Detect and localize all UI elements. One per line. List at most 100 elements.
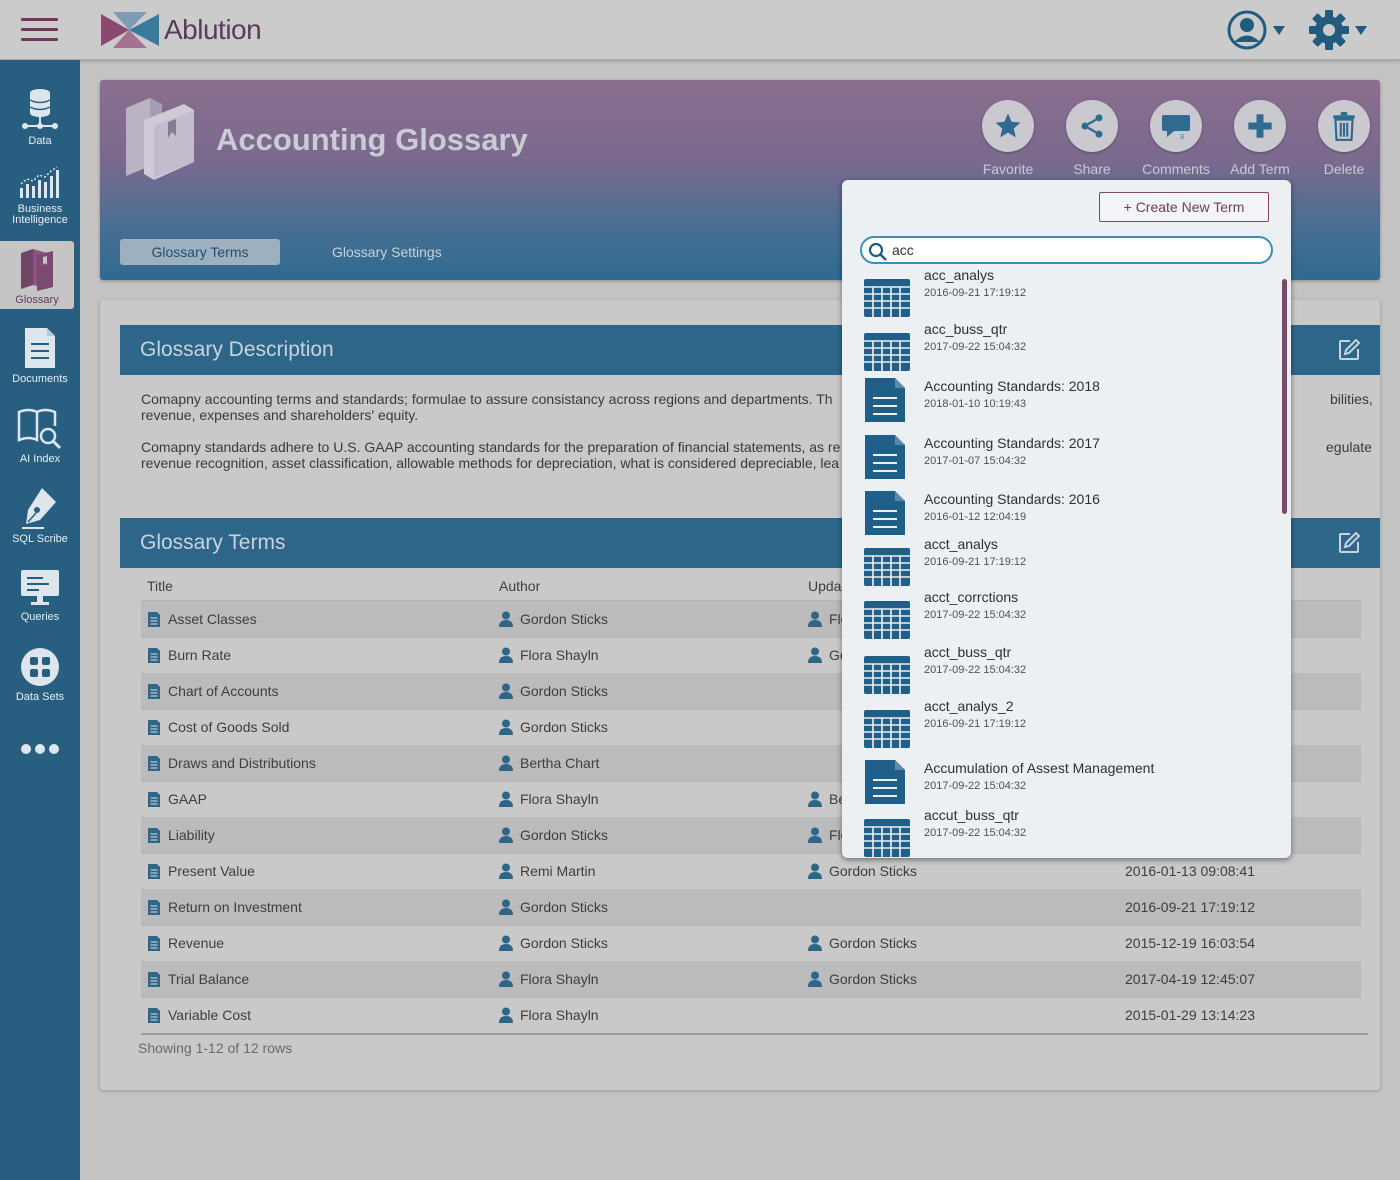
term-title[interactable]: Draws and Distributions [168, 745, 316, 781]
comments-button[interactable]: 3 Comments [1134, 100, 1218, 177]
search-field[interactable] [860, 236, 1273, 264]
user-icon [499, 971, 513, 987]
term-title-cell[interactable]: Present Value [147, 853, 255, 889]
term-title-cell[interactable]: GAAP [147, 781, 207, 817]
document-icon [148, 899, 160, 915]
description-text: revenue recognition, asset classificatio… [141, 455, 840, 471]
term-title-cell[interactable]: Asset Classes [147, 601, 257, 637]
favorite-button[interactable]: Favorite [966, 100, 1050, 177]
column-header-title[interactable]: Title [147, 578, 173, 594]
term-title[interactable]: Trial Balance [168, 961, 249, 997]
term-title-cell[interactable]: Chart of Accounts [147, 673, 279, 709]
sidebar-item-business-intelligence[interactable]: Business Intelligence [0, 166, 80, 226]
favorite-label: Favorite [982, 161, 1034, 177]
app-logo[interactable]: Ablution [99, 9, 262, 51]
user-account-menu[interactable] [1226, 10, 1286, 50]
author-cell: Bertha Chart [499, 745, 599, 781]
search-result-item[interactable]: Accounting Standards: 2018 2018-01-10 10:… [863, 376, 1263, 424]
date-cell: 2016-01-13 09:08:41 [1125, 853, 1255, 889]
term-title-cell[interactable]: Trial Balance [147, 961, 249, 997]
chevron-down-icon [1355, 25, 1367, 35]
term-title[interactable]: Return on Investment [168, 889, 302, 925]
description-text: Comapny standards adhere to U.S. GAAP ac… [141, 439, 841, 455]
hamburger-menu-icon[interactable] [21, 18, 58, 42]
table-row[interactable]: Return on Investment Gordon Sticks 2016-09… [141, 889, 1361, 925]
divider [141, 1033, 1368, 1035]
more-dots-icon [21, 744, 59, 754]
comment-icon: 3 [1162, 115, 1190, 141]
document-icon [148, 827, 160, 843]
search-icon [868, 242, 887, 261]
edit-icon[interactable] [1338, 532, 1360, 554]
search-result-item[interactable]: Accounting Standards: 2016 2016-01-12 12:… [863, 489, 1263, 537]
result-date: 2017-09-22 15:04:32 [924, 780, 1027, 792]
description-text: bilities, [1330, 391, 1373, 407]
term-title[interactable]: Revenue [168, 925, 224, 961]
user-icon [499, 683, 513, 699]
search-result-item[interactable]: acct_analys 2016-09-21 17:19:12 [863, 536, 1263, 586]
search-result-item[interactable]: accut_buss_qtr 2017-09-22 15:04:32 [863, 807, 1263, 857]
sidebar-item-queries[interactable]: Queries [0, 568, 80, 623]
search-result-item[interactable]: acct_buss_qtr 2017-09-22 15:04:32 [863, 644, 1263, 694]
term-title[interactable]: Liability [168, 817, 215, 853]
user-icon [499, 611, 513, 627]
term-title-cell[interactable]: Return on Investment [147, 889, 302, 925]
table-row[interactable]: Trial Balance Flora Shayln Gordon Sticks 20… [141, 961, 1361, 997]
search-result-item[interactable]: acct_corrctions 2017-09-22 15:04:32 [863, 589, 1263, 639]
term-title-cell[interactable]: Burn Rate [147, 637, 231, 673]
add-term-button[interactable]: Add Term [1218, 100, 1302, 177]
table-row[interactable]: Present Value Remi Martin Gordon Sticks 201… [141, 853, 1361, 889]
search-result-item[interactable]: Accumulation of Assest Management 2017-09… [863, 758, 1263, 806]
create-new-term-button[interactable]: + Create New Term [1099, 192, 1269, 222]
term-title[interactable]: Asset Classes [168, 601, 257, 637]
edit-icon[interactable] [1338, 339, 1360, 361]
term-title[interactable]: GAAP [168, 781, 207, 817]
result-date: 2017-01-07 15:04:32 [924, 455, 1027, 467]
term-title-cell[interactable]: Draws and Distributions [147, 745, 316, 781]
author-cell: Gordon Sticks [499, 925, 608, 961]
term-title[interactable]: Cost of Goods Sold [168, 709, 289, 745]
table-icon [864, 333, 910, 371]
ablution-logo-icon [101, 12, 159, 48]
search-result-item[interactable]: acct_analys_2 2016-09-21 17:19:12 [863, 698, 1263, 748]
author-cell: Gordon Sticks [499, 817, 608, 853]
table-row[interactable]: Revenue Gordon Sticks Gordon Sticks 2015-12… [141, 925, 1361, 961]
term-title-cell[interactable]: Cost of Goods Sold [147, 709, 289, 745]
search-result-item[interactable]: acc_analys 2016-09-21 17:19:12 [863, 267, 1263, 317]
sidebar-item-documents[interactable]: Documents [0, 326, 80, 385]
term-title[interactable]: Chart of Accounts [168, 673, 279, 709]
tab-glossary-terms[interactable]: Glossary Terms [120, 239, 280, 265]
updated-by-cell: Gordon Sticks [808, 853, 917, 889]
term-title-cell[interactable]: Liability [147, 817, 215, 853]
column-header-author[interactable]: Author [499, 578, 540, 594]
term-title-cell[interactable]: Variable Cost [147, 997, 251, 1033]
result-date: 2017-09-22 15:04:32 [924, 664, 1027, 676]
document-icon [148, 863, 160, 879]
sidebar-item-ai-index[interactable]: AI Index [0, 406, 80, 465]
share-button[interactable]: Share [1050, 100, 1134, 177]
sidebar-item-more[interactable] [0, 742, 80, 760]
column-header-updated[interactable]: Upda [808, 578, 841, 594]
table-icon [864, 279, 910, 317]
delete-button[interactable]: Delete [1302, 100, 1386, 177]
sidebar-item-data-sets[interactable]: Data Sets [0, 646, 80, 703]
pen-icon [22, 488, 56, 529]
search-result-item[interactable]: Accounting Standards: 2017 2017-01-07 15:… [863, 433, 1263, 481]
search-input[interactable] [892, 240, 1262, 260]
results-scrollbar[interactable] [1282, 279, 1287, 514]
sidebar-item-data[interactable]: Data [0, 86, 80, 147]
term-title[interactable]: Variable Cost [168, 997, 251, 1033]
term-title[interactable]: Present Value [168, 853, 255, 889]
author-name: Gordon Sticks [520, 899, 608, 915]
term-title[interactable]: Burn Rate [168, 637, 231, 673]
sidebar-item-sql-scribe[interactable]: SQL Scribe [0, 486, 80, 545]
table-row[interactable]: Variable Cost Flora Shayln 2015-01-29 13:1… [141, 997, 1361, 1033]
tab-glossary-settings[interactable]: Glossary Settings [312, 239, 462, 265]
description-text: Comapny accounting terms and standards; … [141, 391, 833, 407]
database-icon [22, 89, 58, 129]
search-result-item[interactable]: acc_buss_qtr 2017-09-22 15:04:32 [863, 321, 1263, 371]
settings-menu[interactable] [1308, 8, 1368, 52]
user-icon [808, 791, 822, 807]
sidebar-item-glossary[interactable]: Glossary [0, 241, 74, 309]
term-title-cell[interactable]: Revenue [147, 925, 224, 961]
